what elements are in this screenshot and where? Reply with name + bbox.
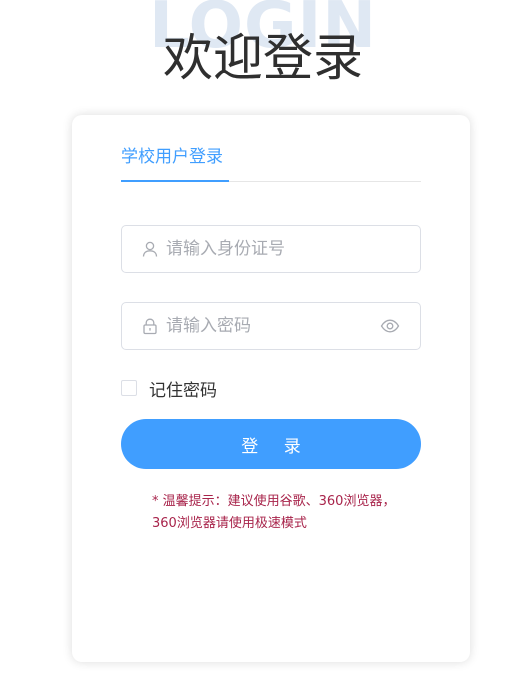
password-field[interactable]	[121, 302, 421, 350]
password-input[interactable]	[166, 303, 366, 349]
user-icon	[142, 241, 158, 257]
active-tab-indicator	[121, 180, 229, 182]
login-card: 学校用户登录 记住密码 登 录	[72, 115, 470, 662]
remember-password-checkbox[interactable]	[121, 380, 137, 396]
lock-icon	[143, 318, 157, 335]
id-number-input[interactable]	[166, 226, 366, 272]
id-number-field[interactable]	[121, 225, 421, 273]
remember-password[interactable]: 记住密码	[121, 377, 217, 401]
browser-tip: * 温馨提示：建议使用谷歌、360浏览器，360浏览器请使用极速模式	[152, 494, 396, 531]
login-page: LOGIN 欢迎登录 学校用户登录 请输入身份证号 记住密码 登 录 * 温馨提…	[0, 0, 526, 683]
remember-password-label: 记住密码	[149, 380, 217, 401]
login-button[interactable]: 登 录	[121, 419, 421, 469]
tab-school-user-login[interactable]: 学校用户登录	[121, 145, 223, 180]
login-tabs: 学校用户登录	[121, 145, 421, 182]
eye-icon[interactable]	[380, 317, 400, 335]
page-title: 欢迎登录	[163, 29, 363, 87]
